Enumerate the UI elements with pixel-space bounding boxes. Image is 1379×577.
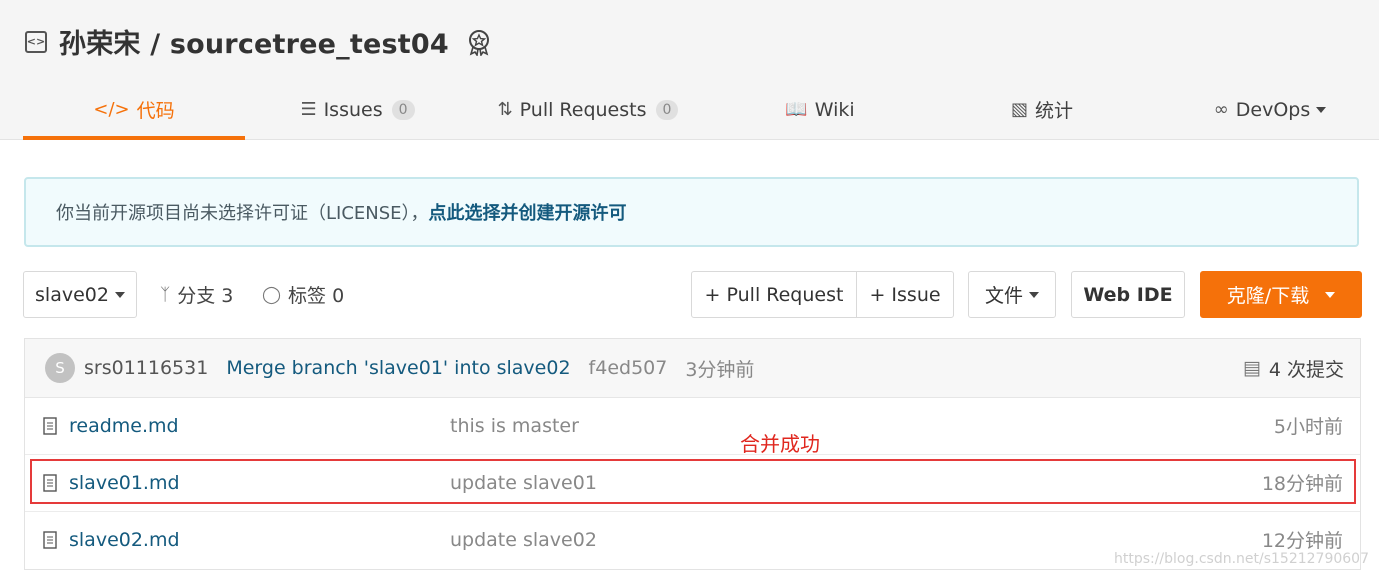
branch-select[interactable]: slave02 [23,271,137,318]
tab-wiki[interactable]: 📖 Wiki [710,80,930,139]
tags-link[interactable]: ◯ 标签 0 [262,271,344,318]
file-icon [43,416,57,435]
latest-commit-bar: S srs01116531 Merge branch 'slave01' int… [25,339,1360,398]
clone-label: 克隆/下载 [1226,285,1310,307]
file-name: slave02.md [69,528,180,551]
tab-issues[interactable]: ☰ Issues 0 [245,80,470,139]
tab-label: 统计 [1035,100,1074,122]
branch-name: slave02 [35,283,109,306]
commits-icon: ▤ [1242,357,1261,379]
chevron-down-icon [1029,291,1039,298]
watermark: https://blog.csdn.net/s15212790607 [1113,551,1369,567]
award-badge-icon [468,29,489,56]
issues-icon: ☰ [300,99,317,120]
file-name: readme.md [69,414,179,437]
avatar[interactable]: S [45,353,75,383]
commit-time: 3分钟前 [685,358,755,381]
branches-count: 分支 3 [177,285,234,307]
repo-title-bar: <> 孙荣宋 / sourcetree_test04 [25,22,493,61]
tab-label: Wiki [814,98,855,121]
commit-count: 4 次提交 [1268,358,1344,381]
tags-count: 标签 0 [288,285,345,307]
merge-success-annotation: 合并成功 [740,432,820,456]
branch-icon: ᛉ [160,284,171,305]
stats-icon: ▧ [1010,99,1028,120]
merge-highlight-box [30,459,1356,504]
repository-icon: <> [25,30,47,53]
web-ide-button[interactable]: Web IDE [1071,271,1185,318]
file-commit-message[interactable]: update slave02 [450,511,597,568]
file-table: S srs01116531 Merge branch 'slave01' int… [24,338,1361,570]
tab-label: 代码 [136,100,175,122]
new-issue-button[interactable]: + Issue [856,271,954,318]
tab-devops[interactable]: ∞ DevOps [1160,80,1379,139]
file-link[interactable]: readme.md [43,397,179,454]
table-row: readme.md this is master 5小时前 [25,397,1360,455]
commit-hash[interactable]: f4ed507 [589,357,668,379]
file-label: 文件 [984,285,1023,307]
file-menu-button[interactable]: 文件 [968,271,1056,318]
clone-download-button[interactable]: 克隆/下载 [1200,271,1362,318]
file-link[interactable]: slave02.md [43,511,180,568]
chevron-down-icon [114,291,125,298]
pull-requests-count-badge: 0 [655,99,679,120]
create-license-link[interactable]: 点此选择并创建开源许可 [429,199,627,225]
tab-label: Issues [323,98,383,121]
issues-count-badge: 0 [391,99,415,120]
repo-tabs: </> 代码 ☰ Issues 0 ⇅ Pull Requests 0 📖 Wi… [0,80,1379,140]
new-pull-request-button[interactable]: + Pull Request [691,271,857,318]
chevron-down-icon [1316,106,1327,113]
branches-link[interactable]: ᛉ 分支 3 [160,271,233,318]
tab-label: Pull Requests [519,98,647,121]
repo-title[interactable]: 孙荣宋 / sourcetree_test04 [59,22,449,61]
commit-author[interactable]: srs01116531 [84,357,208,379]
tab-label: DevOps [1235,98,1311,121]
tab-code[interactable]: </> 代码 [23,80,245,140]
license-notice: 你当前开源项目尚未选择许可证（LICENSE）， 点此选择并创建开源许可 [24,177,1359,247]
file-commit-time: 5小时前 [1273,416,1343,438]
commit-message[interactable]: Merge branch 'slave01' into slave02 [226,357,570,379]
tab-stats[interactable]: ▧ 统计 [932,80,1152,139]
file-icon [43,530,57,549]
wiki-icon: 📖 [785,99,808,120]
commit-count-link[interactable]: ▤ 4 次提交 [1243,355,1344,382]
chevron-down-icon [1325,291,1336,298]
file-commit-message[interactable]: this is master [450,397,579,454]
code-icon: </> [93,99,130,120]
infinity-icon: ∞ [1213,99,1229,120]
tab-pull-requests[interactable]: ⇅ Pull Requests 0 [478,80,698,139]
tag-icon: ◯ [262,284,282,305]
notice-text: 你当前开源项目尚未选择许可证（LICENSE）， [56,203,429,224]
repo-header: <> 孙荣宋 / sourcetree_test04 </> 代码 ☰ Issu… [0,0,1379,140]
pull-request-icon: ⇅ [497,99,513,120]
